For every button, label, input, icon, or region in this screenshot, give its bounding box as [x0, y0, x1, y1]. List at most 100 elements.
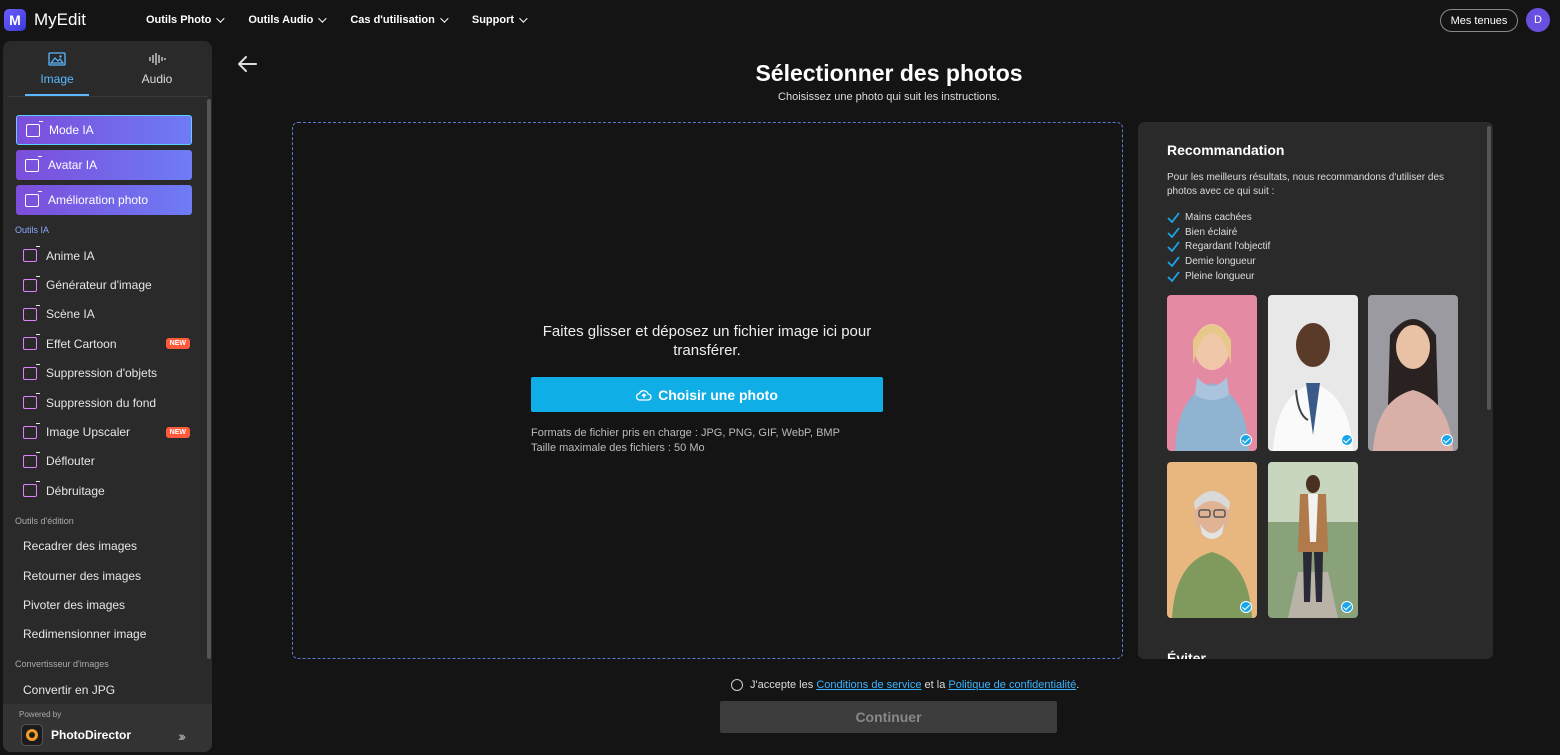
ai-sparkle-icon	[26, 120, 43, 137]
sidebar-item-mode-ia[interactable]: Mode IA	[16, 115, 192, 145]
ai-sparkle-icon	[23, 363, 40, 380]
checkmark-icon	[1167, 271, 1180, 282]
new-badge: NEW	[165, 426, 190, 438]
audio-wave-icon	[149, 52, 166, 65]
sidebar-item-deflouter[interactable]: Déflouter	[14, 447, 203, 476]
photodirector-logo-icon	[21, 724, 43, 746]
terms-agreement: J'accepte les Conditions de service et l…	[731, 679, 1079, 691]
ai-sparkle-icon	[23, 481, 40, 498]
cloud-upload-icon	[636, 389, 652, 401]
chevron-down-icon	[318, 14, 328, 23]
sidebar-item-image-upscaler[interactable]: Image Upscaler NEW	[14, 417, 203, 446]
choose-photo-button[interactable]: Choisir une photo	[531, 377, 883, 412]
tab-image[interactable]: Image	[7, 41, 107, 96]
powered-by-label: Powered by	[19, 710, 62, 719]
ai-sparkle-icon	[23, 304, 40, 321]
selected-check-icon	[1240, 434, 1252, 446]
check-item: Pleine longueur	[1167, 269, 1270, 284]
file-format-info: Formats de fichier pris en charge : JPG,…	[531, 426, 840, 456]
section-outils-edition: Outils d'édition	[15, 515, 74, 526]
recommendation-scrollbar[interactable]	[1487, 126, 1491, 410]
check-item: Bien éclairé	[1167, 225, 1270, 240]
recommendation-checklist: Mains cachées Bien éclairé Regardant l'o…	[1167, 210, 1270, 283]
chevron-down-icon	[519, 14, 528, 23]
dropzone-text: Faites glisser et déposez un fichier ima…	[542, 323, 872, 359]
double-chevron-right-icon[interactable]: ›››	[178, 728, 186, 744]
chevron-down-icon	[440, 14, 449, 23]
sidebar-tabs: Image Audio	[7, 41, 208, 97]
recommendation-title: Recommandation	[1167, 142, 1285, 158]
max-file-size: Taille maximale des fichiers : 50 Mo	[531, 442, 705, 454]
nav-outils-photo[interactable]: Outils Photo	[146, 14, 226, 26]
nav-support[interactable]: Support	[472, 14, 528, 26]
sidebar-item-suppression-fond[interactable]: Suppression du fond	[14, 388, 203, 417]
image-icon	[48, 51, 66, 66]
section-convertisseur: Convertisseur d'images	[15, 659, 109, 670]
ai-sparkle-icon	[23, 393, 40, 410]
checkmark-icon	[1167, 241, 1180, 253]
checkmark-icon	[1167, 212, 1180, 223]
selected-check-icon	[1341, 601, 1353, 613]
selected-check-icon	[1240, 601, 1252, 613]
sidebar-item-anime-ia[interactable]: Anime IA	[14, 241, 203, 270]
example-photo-man-coat	[1268, 462, 1358, 618]
ai-sparkle-icon	[23, 451, 40, 468]
new-badge: NEW	[165, 338, 190, 350]
sidebar-item-convertir-jpg[interactable]: Convertir en JPG	[23, 675, 203, 704]
app-logo[interactable]: M MyEdit	[4, 9, 86, 31]
agree-radio[interactable]	[731, 679, 743, 691]
mes-tenues-button[interactable]: Mes tenues	[1440, 9, 1518, 32]
myedit-logo-icon: M	[4, 9, 26, 31]
page-subtitle: Choisissez une photo qui suit les instru…	[778, 91, 1000, 103]
sidebar-item-amelioration-photo[interactable]: Amélioration photo	[16, 185, 192, 215]
sidebar-item-pivoter[interactable]: Pivoter des images	[23, 590, 203, 619]
sidebar-item-debruitage[interactable]: Débruitage	[14, 476, 203, 505]
example-photo-woman-smiling	[1368, 295, 1458, 451]
avatar[interactable]: D	[1526, 8, 1550, 32]
nav-cas-utilisation[interactable]: Cas d'utilisation	[350, 14, 449, 26]
example-photo-senior-man	[1167, 462, 1257, 618]
terms-link[interactable]: Conditions de service	[816, 679, 921, 691]
powered-by-bar[interactable]: Powered by PhotoDirector ›››	[3, 704, 212, 752]
ai-sparkle-icon	[23, 246, 40, 263]
example-photo-woman-sweater	[1167, 295, 1257, 451]
ai-sparkle-icon	[23, 334, 40, 351]
sidebar-item-retourner[interactable]: Retourner des images	[23, 561, 203, 590]
photodirector-name: PhotoDirector	[51, 728, 132, 742]
continue-button[interactable]: Continuer	[720, 701, 1057, 733]
avoid-title: Éviter	[1167, 650, 1206, 659]
ai-sparkle-icon	[25, 190, 42, 207]
check-item: Mains cachées	[1167, 210, 1270, 225]
sidebar: Image Audio Mode IA Avatar IA Améliorati…	[3, 41, 212, 752]
chevron-down-icon	[216, 14, 226, 23]
page-title: Sélectionner des photos	[755, 60, 1023, 86]
sidebar-item-suppression-objets[interactable]: Suppression d'objets	[14, 359, 203, 388]
checkmark-icon	[1167, 226, 1180, 238]
checkmark-icon	[1167, 256, 1180, 267]
sidebar-item-effet-cartoon[interactable]: Effet Cartoon NEW	[14, 329, 203, 358]
sidebar-scrollbar[interactable]	[207, 99, 211, 659]
main-nav: Outils Photo Outils Audio Cas d'utilisat…	[146, 14, 551, 26]
selected-check-icon	[1441, 434, 1453, 446]
example-photo-doctor	[1268, 295, 1358, 451]
recommendation-panel: Recommandation Pour les meilleurs résult…	[1138, 122, 1493, 659]
app-name: MyEdit	[34, 10, 86, 29]
sidebar-item-recadrer[interactable]: Recadrer des images	[23, 532, 203, 561]
ai-sparkle-icon	[25, 155, 42, 172]
sidebar-menu: Mode IA Avatar IA Amélioration photo Out…	[3, 115, 203, 704]
ai-sparkle-icon	[23, 422, 40, 439]
nav-outils-audio[interactable]: Outils Audio	[248, 14, 328, 26]
privacy-link[interactable]: Politique de confidentialité	[948, 679, 1076, 691]
tab-audio[interactable]: Audio	[107, 41, 207, 96]
sidebar-item-scene-ia[interactable]: Scène IA	[14, 300, 203, 329]
sidebar-item-generateur-image[interactable]: Générateur d'image	[14, 270, 203, 299]
sidebar-item-redimensionner[interactable]: Redimensionner image	[23, 620, 203, 649]
supported-formats: Formats de fichier pris en charge : JPG,…	[531, 427, 840, 439]
sidebar-item-avatar-ia[interactable]: Avatar IA	[16, 150, 192, 180]
selected-check-icon	[1341, 434, 1353, 446]
check-item: Demie longueur	[1167, 254, 1270, 269]
check-item: Regardant l'objectif	[1167, 239, 1270, 254]
top-bar: M MyEdit Outils Photo Outils Audio Cas d…	[0, 0, 1560, 40]
ai-sparkle-icon	[23, 275, 40, 292]
back-arrow-icon[interactable]	[236, 54, 258, 74]
